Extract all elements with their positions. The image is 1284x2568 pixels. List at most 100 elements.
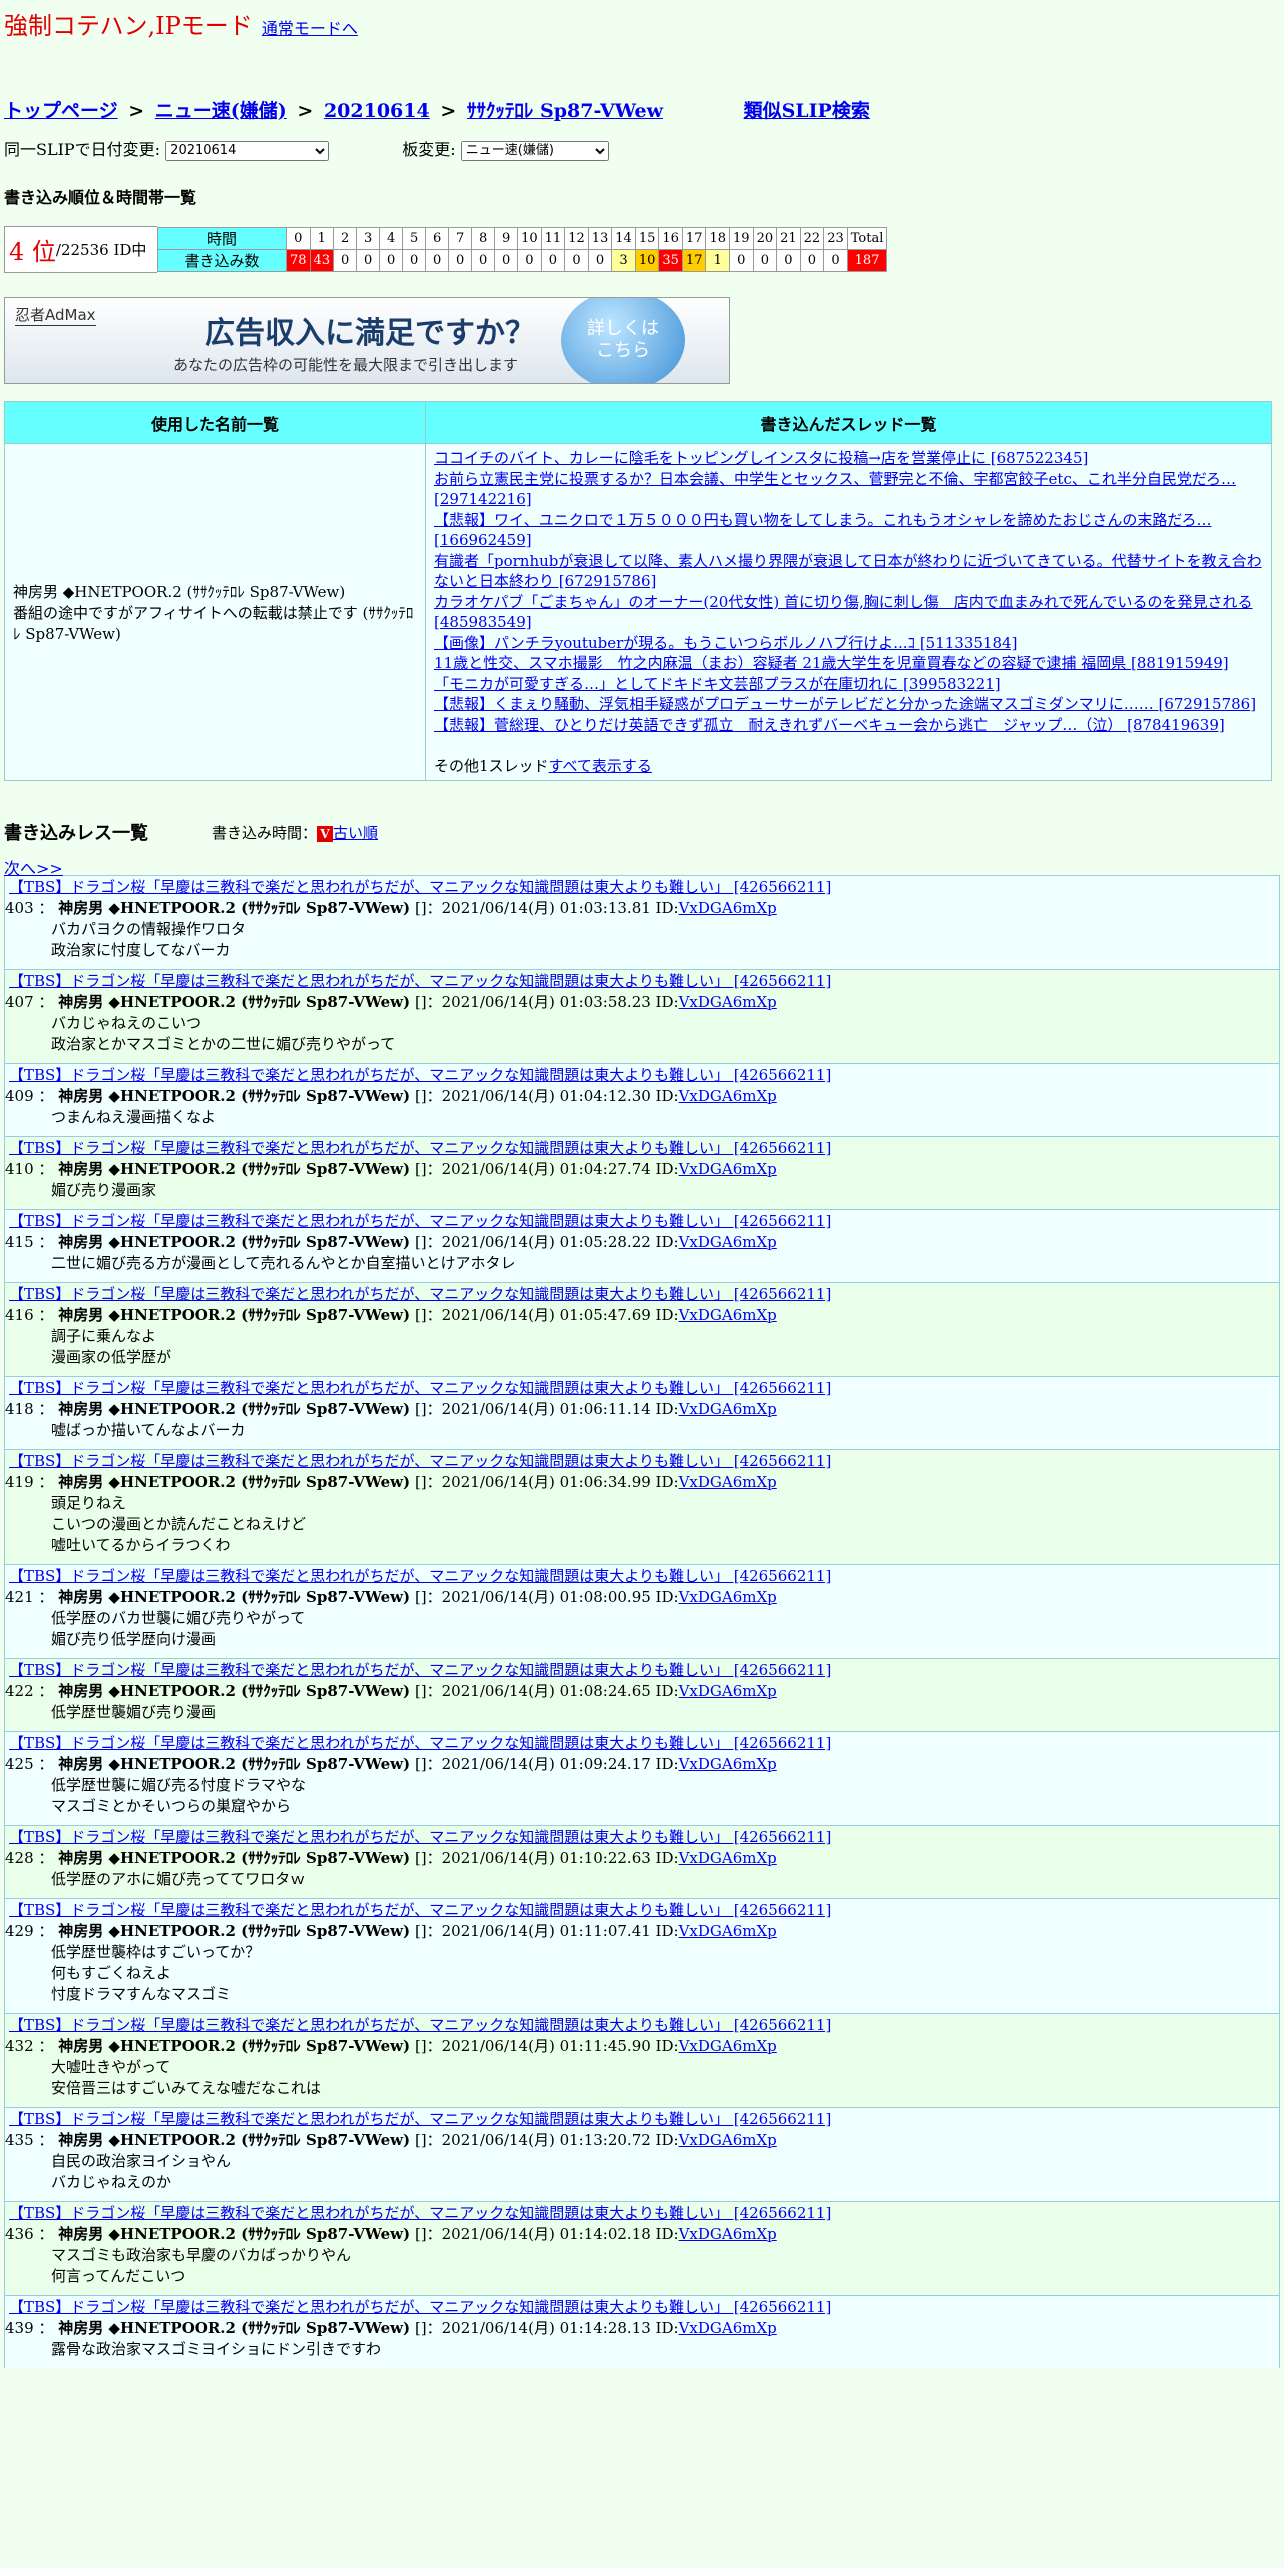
post-id-link[interactable]: VxDGA6mXp — [679, 1306, 777, 1324]
hour-cell: 23 — [823, 227, 848, 250]
time-label: 時間 — [157, 227, 287, 250]
normal-mode-link[interactable]: 通常モードへ — [262, 19, 358, 38]
rank-total: /22536 ID中 — [55, 241, 147, 259]
post-body-line: マスゴミとかそいつらの巣窟やから — [51, 1797, 292, 1815]
thread-link[interactable]: 【悲報】くまぇり騒動、浮気相手疑惑がプロデューサーがテレビだと分かった途端マスゴ… — [434, 694, 1263, 715]
post-thread-link[interactable]: 【TBS】ドラゴン桜「早慶は三教科で楽だと思われがちだが、マニアックな知識問題は… — [9, 2298, 831, 2316]
post-thread-link[interactable]: 【TBS】ドラゴン桜「早慶は三教科で楽だと思われがちだが、マニアックな知識問題は… — [9, 2016, 831, 2034]
post-id-link[interactable]: VxDGA6mXp — [679, 899, 777, 917]
post-thread-link[interactable]: 【TBS】ドラゴン桜「早慶は三教科で楽だと思われがちだが、マニアックな知識問題は… — [9, 878, 831, 896]
next-page-link[interactable]: 次へ>> — [4, 859, 63, 878]
hourly-table: 時間 0 1 2 3 4 5 6 7 8 9 10 11 12 13 14 15 16 17 18 19 20 21 22 2… — [157, 227, 888, 272]
thread-link[interactable]: 【悲報】ワイ、ユニクロで１万５０００円も買い物をしてしまう。これもうオシャレを諦… — [434, 510, 1263, 551]
post-id-link[interactable]: VxDGA6mXp — [679, 2131, 777, 2149]
post-number: 425 — [5, 1755, 34, 1773]
post-body-line: 媚び売り漫画家 — [51, 1181, 157, 1199]
names-cell: 神房男 ◆HNETPOOR.2 (ｻｻｸｯﾃﾛﾚ Sp87-VWew) 番組の途… — [4, 443, 426, 781]
count-cell: 78 — [286, 249, 311, 272]
breadcrumb-board[interactable]: ニュー速(嫌儲) — [155, 100, 287, 122]
post-id-link[interactable]: VxDGA6mXp — [679, 2319, 777, 2337]
post-id-link[interactable]: VxDGA6mXp — [679, 1233, 777, 1251]
rank-summary: 4 位 /22536 ID中 — [4, 226, 157, 273]
post-thread-link[interactable]: 【TBS】ドラゴン桜「早慶は三教科で楽だと思われがちだが、マニアックな知識問題は… — [9, 1212, 831, 1230]
post-id-link[interactable]: VxDGA6mXp — [679, 1849, 777, 1867]
post-author: 神房男 ◆HNETPOOR.2 (ｻｻｸｯﾃﾛﾚ Sp87-VWew) — [58, 2037, 411, 2055]
post-date: []：2021/06/14(月) 01:03:13.81 ID: — [414, 899, 679, 917]
date-select[interactable]: 20210614 — [165, 140, 330, 161]
thread-link[interactable]: 11歳と性交、スマホ撮影 竹之内麻温（まお）容疑者 21歳大学生を児童買春などの… — [434, 653, 1263, 674]
count-cell: 35 — [658, 249, 683, 272]
thread-link[interactable]: カラオケパブ「ごまちゃん」のオーナー(20代女性) 首に切り傷,胸に刺し傷 店内… — [434, 592, 1263, 633]
names-header: 使用した名前一覧 — [4, 401, 426, 444]
thread-link[interactable]: 有識者「pornhubが衰退して以降、素人ハメ撮り界隈が衰退して日本が終わりに近… — [434, 551, 1263, 592]
show-all-link[interactable]: すべて表示する — [549, 757, 652, 775]
post-thread-link[interactable]: 【TBS】ドラゴン桜「早慶は三教科で楽だと思われがちだが、マニアックな知識問題は… — [9, 2110, 831, 2128]
post-author: 神房男 ◆HNETPOOR.2 (ｻｻｸｯﾃﾛﾚ Sp87-VWew) — [58, 1087, 411, 1105]
post-number: 403 — [5, 899, 34, 917]
post-thread-link[interactable]: 【TBS】ドラゴン桜「早慶は三教科で楽だと思われがちだが、マニアックな知識問題は… — [9, 1901, 831, 1919]
breadcrumb-date[interactable]: 20210614 — [324, 100, 430, 122]
post-date: []：2021/06/14(月) 01:10:22.63 ID: — [414, 1849, 679, 1867]
thread-link[interactable]: ココイチのバイト、カレーに陰毛をトッピングしインスタに投稿→店を営業停止に [6… — [434, 448, 1263, 469]
ad-banner[interactable]: 忍者AdMax 広告収入に満足ですか？ あなたの広告枠の可能性を最大限まで引き出… — [4, 297, 730, 384]
thread-link[interactable]: 【悲報】菅総理、ひとりだけ英語できず孤立 耐えきれずバーベキュー会から逃亡 ジャ… — [434, 715, 1263, 736]
post-thread-link[interactable]: 【TBS】ドラゴン桜「早慶は三教科で楽だと思われがちだが、マニアックな知識問題は… — [9, 1828, 831, 1846]
post-thread-link[interactable]: 【TBS】ドラゴン桜「早慶は三教科で楽だと思われがちだが、マニアックな知識問題は… — [9, 1139, 831, 1157]
post-thread-link[interactable]: 【TBS】ドラゴン桜「早慶は三教科で楽だと思われがちだが、マニアックな知識問題は… — [9, 972, 831, 990]
post-thread-link[interactable]: 【TBS】ドラゴン桜「早慶は三教科で楽だと思われがちだが、マニアックな知識問題は… — [9, 1661, 831, 1679]
post-number: 436 — [5, 2225, 34, 2243]
mode-title: 強制コテハン,IPモード — [4, 12, 253, 40]
name-item: 番組の途中ですがアフィサイトへの転載は禁止です (ｻｻｸｯﾃﾛﾚ Sp87-VW… — [13, 603, 414, 643]
post-id-link[interactable]: VxDGA6mXp — [679, 1588, 777, 1606]
count-cell: 0 — [540, 249, 566, 272]
post-number: 410 — [5, 1160, 34, 1178]
post-id-link[interactable]: VxDGA6mXp — [679, 1682, 777, 1700]
post-thread-link[interactable]: 【TBS】ドラゴン桜「早慶は三教科で楽だと思われがちだが、マニアックな知識問題は… — [9, 1734, 831, 1752]
rank-heading: 書き込み順位＆時間帯一覧 — [4, 188, 197, 207]
breadcrumb: トップページ > ニュー速(嫌儲) > 20210614 > ｻｻｸｯﾃﾛﾚ S… — [4, 96, 1280, 126]
post-thread-link[interactable]: 【TBS】ドラゴン桜「早慶は三教科で楽だと思われがちだが、マニアックな知識問題は… — [9, 1379, 831, 1397]
post-body-line: 低学歴世襲枠はすごいってか？ — [51, 1943, 261, 1961]
post-item: 【TBS】ドラゴン桜「早慶は三教科で楽だと思われがちだが、マニアックな知識問題は… — [4, 1449, 1280, 1564]
post-thread-link[interactable]: 【TBS】ドラゴン桜「早慶は三教科で楽だと思われがちだが、マニアックな知識問題は… — [9, 1567, 831, 1585]
post-thread-link[interactable]: 【TBS】ドラゴン桜「早慶は三教科で楽だと思われがちだが、マニアックな知識問題は… — [9, 1452, 831, 1470]
post-id-link[interactable]: VxDGA6mXp — [679, 1400, 777, 1418]
post-id-link[interactable]: VxDGA6mXp — [679, 1755, 777, 1773]
post-author: 神房男 ◆HNETPOOR.2 (ｻｻｸｯﾃﾛﾚ Sp87-VWew) — [58, 1400, 411, 1418]
post-id-link[interactable]: VxDGA6mXp — [679, 2225, 777, 2243]
post-id-link[interactable]: VxDGA6mXp — [679, 1473, 777, 1491]
post-id-link[interactable]: VxDGA6mXp — [679, 1087, 777, 1105]
post-item: 【TBS】ドラゴン桜「早慶は三教科で楽だと思われがちだが、マニアックな知識問題は… — [4, 1136, 1280, 1209]
count-cell: 0 — [448, 249, 473, 272]
post-body-line: 大嘘吐きやがって — [51, 2058, 171, 2076]
post-id-link[interactable]: VxDGA6mXp — [679, 2037, 777, 2055]
breadcrumb-top[interactable]: トップページ — [4, 100, 118, 122]
similar-slip-search-link[interactable]: 類似SLIP検索 — [744, 100, 870, 122]
hour-cell: 6 — [425, 227, 450, 250]
post-id-link[interactable]: VxDGA6mXp — [679, 1922, 777, 1940]
old-order-link[interactable]: 古い順 — [333, 824, 378, 842]
breadcrumb-slip[interactable]: ｻｻｸｯﾃﾛﾚ Sp87-VWew — [467, 100, 663, 122]
ad-details-button[interactable]: 詳しくは こちら — [561, 298, 685, 383]
count-cell: 187 — [846, 249, 888, 272]
thread-link[interactable]: お前ら立憲民主党に投票するか？日本会議、中学生とセックス、菅野完と不倫、宇都宮餃… — [434, 469, 1263, 510]
count-row: 書き込み数 78 43 0 0 0 0 0 0 0 0 0 0 0 0 3 10 35 17 1 0 0 0 0 0 187 — [157, 249, 888, 272]
post-id-link[interactable]: VxDGA6mXp — [679, 1160, 777, 1178]
post-thread-link[interactable]: 【TBS】ドラゴン桜「早慶は三教科で楽だと思われがちだが、マニアックな知識問題は… — [9, 2204, 831, 2222]
select-bar: 同一SLIPで日付変更: 20210614 板変更: ニュー速(嫌儲) — [4, 136, 1280, 162]
thread-link[interactable]: 【画像】パンチラyoutuberが現る。もうこいつらボルノハブ行けよ...ｺ [… — [434, 633, 1263, 654]
post-body-line: こいつの漫画とか読んだことねえけど — [51, 1515, 307, 1533]
post-thread-link[interactable]: 【TBS】ドラゴン桜「早慶は三教科で楽だと思われがちだが、マニアックな知識問題は… — [9, 1285, 831, 1303]
hour-cell: 15 — [634, 227, 660, 250]
hour-cell: 22 — [799, 227, 825, 250]
hour-cell: 11 — [540, 227, 566, 250]
board-select[interactable]: ニュー速(嫌儲) — [460, 140, 609, 161]
post-thread-link[interactable]: 【TBS】ドラゴン桜「早慶は三教科で楽だと思われがちだが、マニアックな知識問題は… — [9, 1066, 831, 1084]
thread-link[interactable]: 「モニカが可愛すぎる…」としてドキドキ文芸部プラスが在庫切れに [3995832… — [434, 674, 1263, 695]
count-cell: 10 — [634, 249, 660, 272]
count-cell: 0 — [494, 249, 519, 272]
post-id-link[interactable]: VxDGA6mXp — [679, 993, 777, 1011]
count-cell: 0 — [333, 249, 358, 272]
post-author: 神房男 ◆HNETPOOR.2 (ｻｻｸｯﾃﾛﾚ Sp87-VWew) — [58, 1755, 411, 1773]
hour-cell: 21 — [776, 227, 801, 250]
